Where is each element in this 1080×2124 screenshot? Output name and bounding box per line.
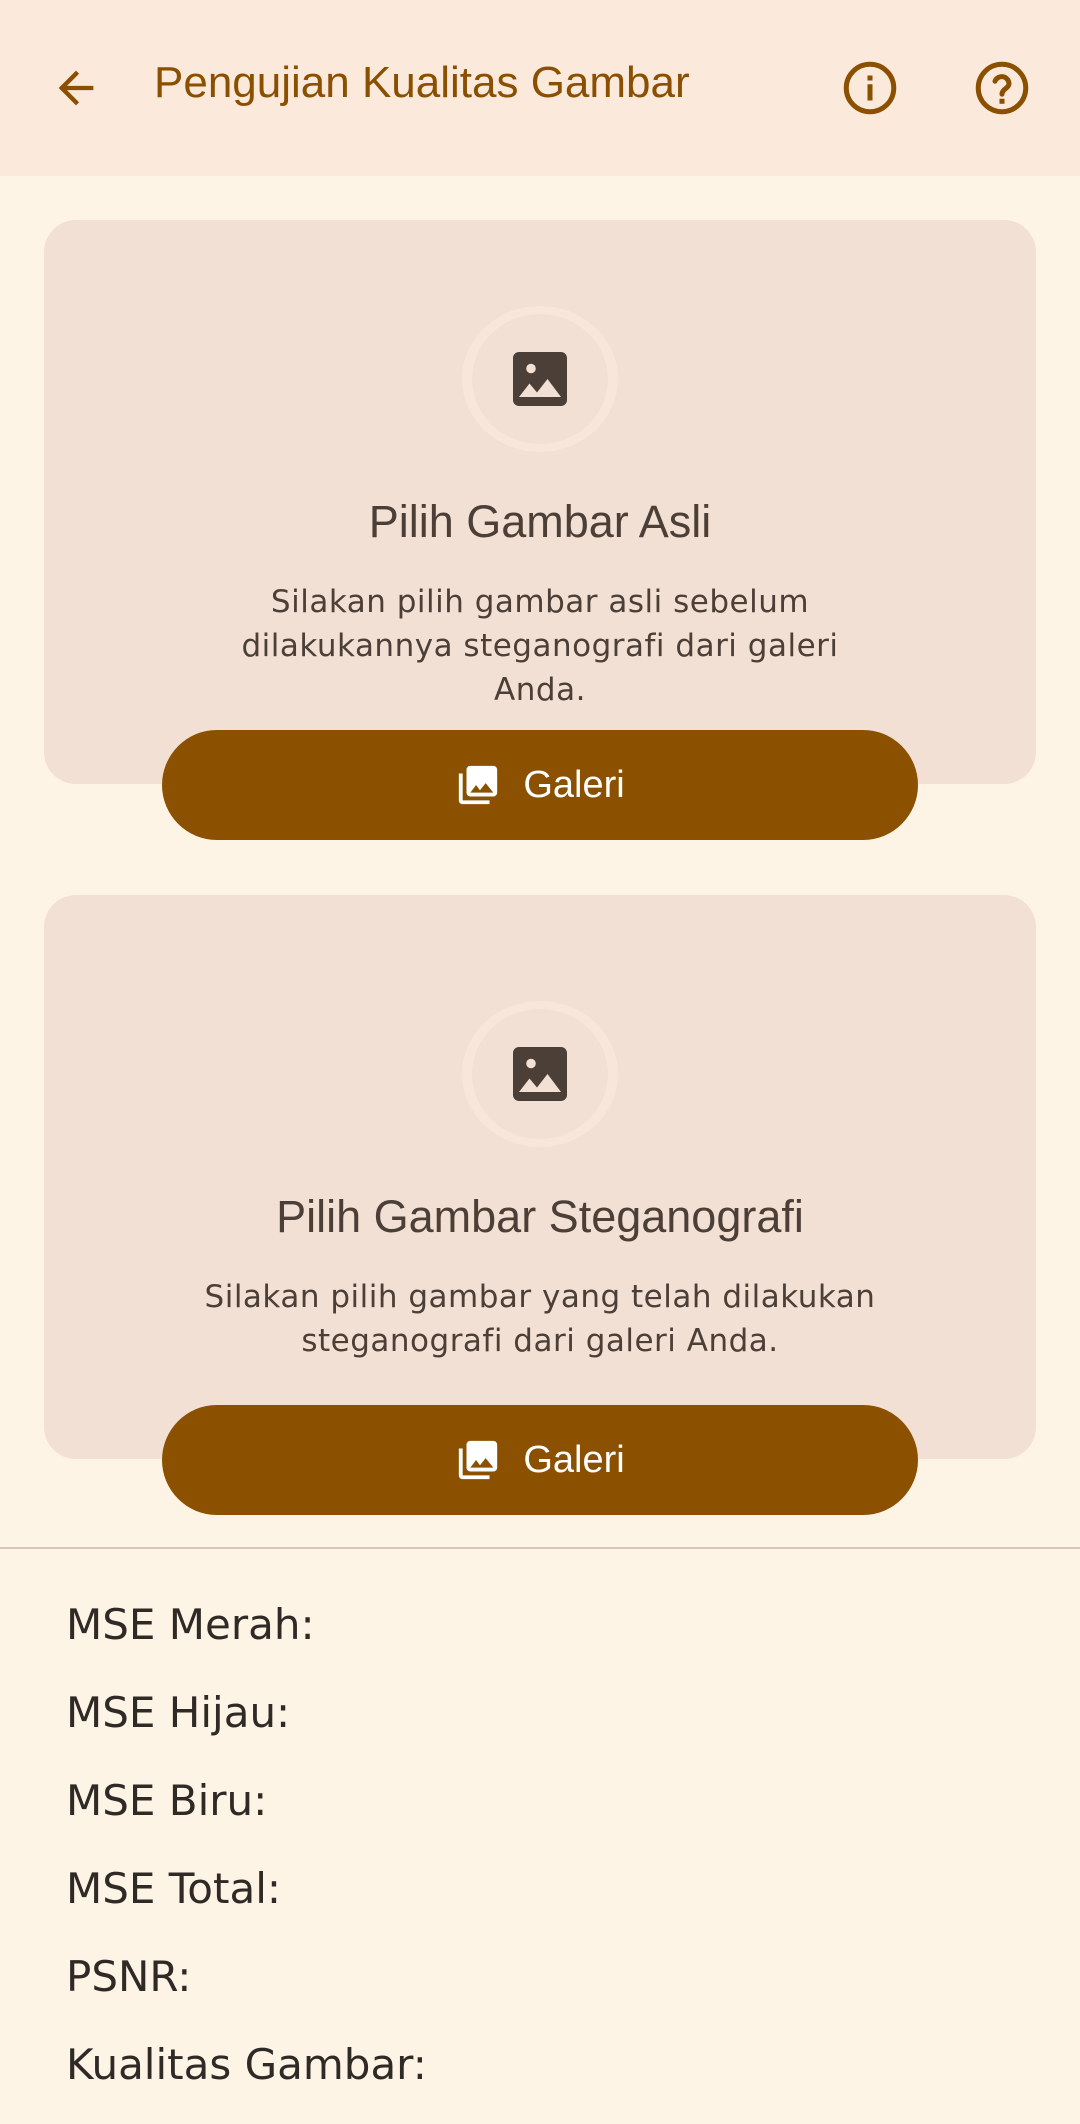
arrow-back-icon xyxy=(58,70,94,106)
help-icon xyxy=(975,61,1029,115)
top-app-bar: Pengujian Kualitas Gambar xyxy=(0,0,1080,176)
mse-green-label: MSE Hijau: xyxy=(66,1688,291,1737)
image-placeholder xyxy=(462,306,618,452)
gallery-button-label: Galeri xyxy=(523,763,625,806)
image-icon xyxy=(513,1047,567,1101)
card-description: Silakan pilih gambar yang telah dilakuka… xyxy=(204,1279,876,1359)
card-title: Pilih Gambar Steganografi xyxy=(276,1191,804,1242)
gallery-button-original[interactable]: Galeri xyxy=(162,730,918,840)
gallery-button-stego[interactable]: Galeri xyxy=(162,1405,918,1515)
divider xyxy=(0,1547,1080,1549)
back-button[interactable] xyxy=(44,56,108,120)
card-description: Silakan pilih gambar asli sebelum dilaku… xyxy=(241,584,839,708)
info-icon xyxy=(843,61,897,115)
info-button[interactable] xyxy=(838,56,902,120)
original-image-card: Pilih Gambar Asli Silakan pilih gambar a… xyxy=(44,220,1036,784)
mse-total-label: MSE Total: xyxy=(66,1864,282,1913)
image-placeholder xyxy=(462,1001,618,1147)
psnr-label: PSNR: xyxy=(66,1952,192,2001)
card-title: Pilih Gambar Asli xyxy=(368,496,712,547)
photo-library-icon xyxy=(459,765,498,805)
gallery-button-label: Galeri xyxy=(523,1438,625,1481)
image-icon xyxy=(513,352,567,406)
help-button[interactable] xyxy=(970,56,1034,120)
mse-blue-label: MSE Biru: xyxy=(66,1776,268,1825)
image-quality-label: Kualitas Gambar: xyxy=(66,2040,427,2089)
mse-red-label: MSE Merah: xyxy=(66,1600,315,1649)
photo-library-icon xyxy=(459,1440,498,1480)
stego-image-card: Pilih Gambar Steganografi Silakan pilih … xyxy=(44,895,1036,1459)
page-title: Pengujian Kualitas Gambar xyxy=(154,58,690,107)
